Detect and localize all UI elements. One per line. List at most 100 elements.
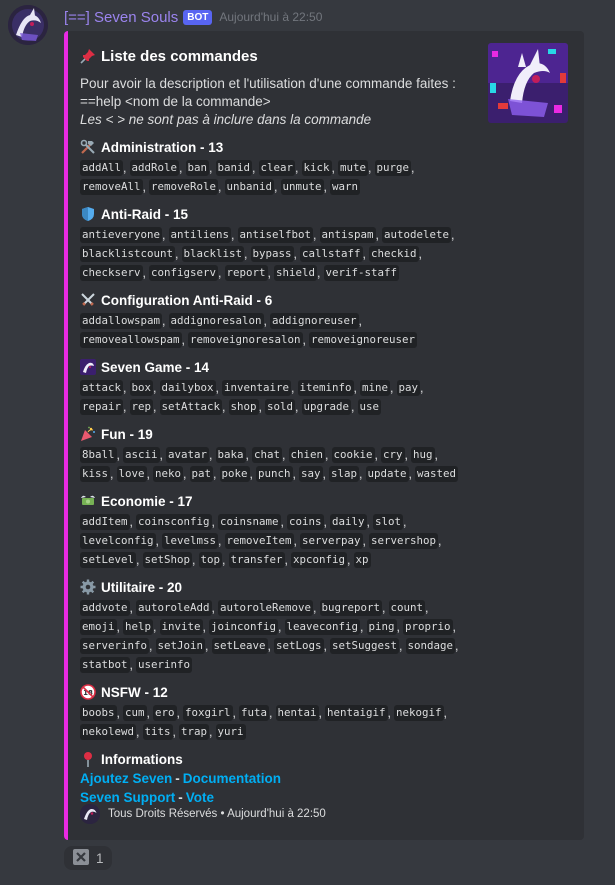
command-code: trap [179, 723, 210, 740]
field-value: boobs, cum, ero, foxgirl, futa, hentai, hentai… [80, 703, 480, 741]
comma-separator: , [215, 380, 219, 395]
comma-separator: , [267, 638, 271, 653]
command-code: nekogif [394, 704, 444, 721]
comma-separator: , [202, 619, 206, 634]
command-code: setSuggest [330, 637, 400, 654]
add-seven-link[interactable]: Ajoutez Seven [80, 771, 172, 786]
comma-separator: , [368, 160, 372, 175]
command-code: sondage [405, 637, 456, 654]
comma-separator: , [231, 227, 235, 242]
command-code: leaveconfig [284, 618, 361, 635]
command-code: count [388, 599, 426, 616]
comma-separator: , [218, 265, 222, 280]
command-code: joinconfig [209, 618, 279, 635]
footer-avatar-icon [80, 804, 100, 824]
comma-separator: , [205, 638, 209, 653]
command-code: addAll [80, 159, 124, 176]
command-code: coins [287, 513, 324, 530]
embed-field: Fun - 19 8ball, ascii, avatar, baka, chat, chi… [80, 424, 570, 483]
command-code: proprio [403, 618, 453, 635]
documentation-link[interactable]: Documentation [183, 771, 281, 786]
comma-separator: , [366, 514, 370, 529]
embed-field: Utilitaire - 20 addvote, autoroleAdd, autor… [80, 577, 570, 674]
message-timestamp[interactable]: Aujourd'hui à 22:50 [219, 10, 322, 24]
comma-separator: , [451, 227, 455, 242]
comma-separator: , [172, 724, 176, 739]
comma-separator: , [110, 466, 114, 481]
comma-separator: , [211, 600, 215, 615]
comma-separator: , [443, 705, 447, 720]
comma-separator: , [323, 514, 327, 529]
field-name: Informations [80, 749, 570, 769]
comma-separator: , [359, 466, 363, 481]
command-code: tits [142, 723, 173, 740]
command-code: nekolewd [80, 723, 137, 740]
command-code: shield [274, 264, 318, 281]
comma-separator: , [292, 466, 296, 481]
command-code: repair [80, 398, 124, 415]
cross-mark-button-icon [72, 848, 90, 869]
command-code: setJoin [155, 637, 206, 654]
command-code: neko [153, 465, 184, 482]
command-code: report [224, 264, 268, 281]
field-name: Economie - 17 [80, 491, 570, 511]
command-code: serverpay [300, 532, 363, 549]
comma-separator: , [123, 380, 127, 395]
command-code: addallowspam [80, 312, 163, 329]
comma-separator: , [269, 705, 273, 720]
command-code: cum [123, 704, 147, 721]
command-code: futa [239, 704, 270, 721]
command-code: rep [129, 398, 154, 415]
command-code: autoroleRemove [218, 599, 314, 616]
command-code: yuri [215, 723, 246, 740]
description-line: Pour avoir la description et l'utilisati… [80, 76, 456, 91]
comma-separator: , [404, 447, 408, 462]
field-name-text: Administration - 13 [101, 139, 224, 155]
command-code: update [365, 465, 409, 482]
comma-separator: , [362, 533, 366, 548]
comma-separator: , [192, 552, 196, 567]
reaction-button[interactable]: 1 [64, 846, 112, 870]
command-code: cookie [331, 446, 375, 463]
comma-separator: , [146, 466, 150, 481]
bot-avatar[interactable] [8, 5, 48, 45]
comma-separator: , [452, 619, 456, 634]
command-code: antispam [319, 226, 376, 243]
comma-separator: , [142, 265, 146, 280]
command-line: addItem, coinsconfig, coinsname, coins, dail… [80, 512, 480, 531]
command-code: levelmss [162, 532, 219, 549]
embed-field: Configuration Anti-Raid - 6 addallowspam,… [80, 290, 570, 349]
command-line: nekolewd, tits, trap, yuri [80, 722, 480, 741]
comma-separator: , [222, 399, 226, 414]
command-code: slot [373, 513, 404, 530]
command-code: love [116, 465, 147, 482]
comma-separator: , [218, 179, 222, 194]
command-code: pay [396, 379, 421, 396]
command-code: chat [252, 446, 283, 463]
command-code: sold [265, 398, 296, 415]
field-name-text: Economie - 17 [101, 493, 193, 509]
command-code: removeRole [149, 178, 219, 195]
comma-separator: , [116, 447, 120, 462]
command-line: removeAll, removeRole, unbanid, unmute, warn [80, 177, 480, 196]
command-code: removeignoreuser [309, 331, 418, 348]
command-line: 8ball, ascii, avatar, baka, chat, chien, cooki… [80, 445, 480, 464]
username[interactable]: [==] Seven Souls [64, 9, 178, 26]
comma-separator: , [153, 380, 157, 395]
comma-separator: , [149, 638, 153, 653]
command-code: callstaff [300, 245, 363, 262]
comma-separator: , [123, 160, 127, 175]
field-name-text: Utilitaire - 20 [101, 579, 183, 595]
comma-separator: , [129, 657, 133, 672]
command-code: addRole [129, 159, 180, 176]
command-code: statbot [80, 656, 130, 673]
comma-separator: , [358, 313, 362, 328]
comma-separator: , [323, 179, 327, 194]
comma-separator: , [382, 600, 386, 615]
command-line: addallowspam, addignoresalon, addignoreuse… [80, 311, 480, 330]
field-name: Fun - 19 [80, 424, 570, 444]
command-line: serverinfo, setJoin, setLeave, setLogs, setS… [80, 636, 480, 655]
command-code: bugreport [319, 599, 383, 616]
comma-separator: , [162, 227, 166, 242]
comma-separator: , [179, 160, 183, 175]
